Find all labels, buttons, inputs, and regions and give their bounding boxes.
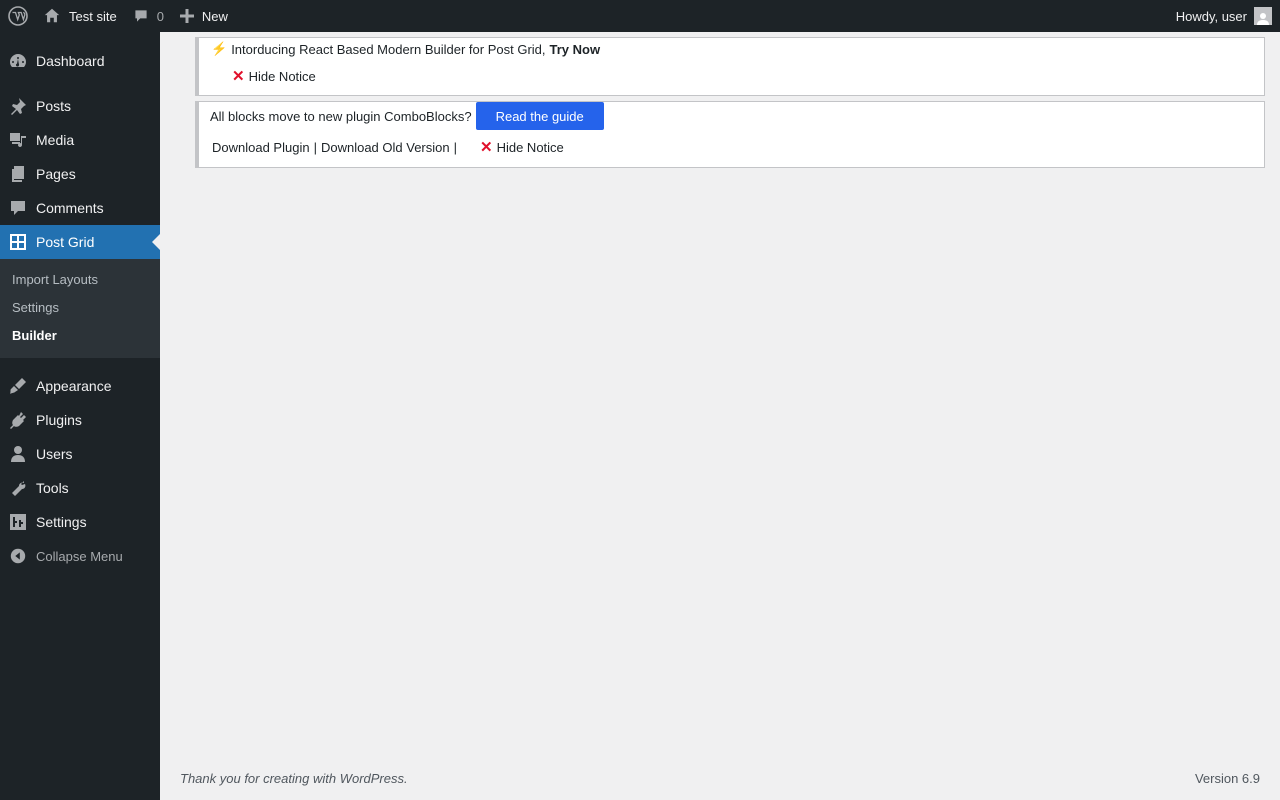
- home-icon: [44, 8, 60, 23]
- submenu-import-layouts[interactable]: Import Layouts: [0, 266, 160, 294]
- pin-icon: [0, 96, 36, 116]
- builder-notice: ⚡ Intorducing React Based Modern Builder…: [195, 37, 1265, 96]
- menu-label: Tools: [36, 480, 69, 496]
- brush-icon: [0, 376, 36, 396]
- comments-count: 0: [156, 8, 164, 24]
- menu-item-plugins[interactable]: Plugins: [0, 403, 160, 437]
- wordpress-logo-icon[interactable]: [0, 0, 35, 32]
- pages-icon: [0, 164, 36, 184]
- my-account-link[interactable]: Howdy, user: [1176, 0, 1272, 32]
- new-content-link[interactable]: New: [172, 0, 236, 32]
- menu-item-comments[interactable]: Comments: [0, 191, 160, 225]
- menu-label: Post Grid: [36, 234, 95, 250]
- menu-label: Posts: [36, 98, 72, 114]
- site-name-link[interactable]: Test site: [35, 0, 125, 32]
- site-name: Test site: [69, 8, 117, 24]
- admin-bar: Test site 0 New Howdy, user: [0, 0, 1280, 32]
- collapse-menu-button[interactable]: Collapse Menu: [0, 539, 160, 573]
- menu-item-tools[interactable]: Tools: [0, 471, 160, 505]
- media-icon: [0, 130, 36, 150]
- collapse-label: Collapse Menu: [36, 548, 123, 564]
- comments-link[interactable]: 0: [125, 0, 172, 32]
- builder-notice-text-line: ⚡ Intorducing React Based Modern Builder…: [211, 41, 600, 57]
- read-guide-button[interactable]: Read the guide: [475, 102, 604, 130]
- menu-label: Media: [36, 132, 75, 148]
- footer-version: Version 6.9: [1194, 771, 1260, 786]
- menu-label: Settings: [36, 514, 87, 530]
- hide-notice-label: Hide Notice: [248, 69, 316, 84]
- bolt-icon: ⚡: [211, 41, 228, 56]
- menu-label: Users: [36, 446, 73, 462]
- menu-item-settings[interactable]: Settings: [0, 505, 160, 539]
- menu-label: Comments: [36, 200, 104, 216]
- wrench-icon: [0, 478, 36, 498]
- comboblocks-notice-text: All blocks move to new plugin ComboBlock…: [210, 108, 472, 124]
- menu-item-post-grid[interactable]: Post Grid: [0, 225, 160, 259]
- comboblocks-notice-text-line: All blocks move to new plugin ComboBlock…: [210, 102, 604, 130]
- footer-thankyou-text: Thank you for creating with WordPress.: [180, 771, 408, 786]
- plus-icon: [179, 9, 194, 23]
- user-icon: [0, 444, 36, 464]
- separator: |: [453, 140, 457, 155]
- submenu-settings[interactable]: Settings: [0, 294, 160, 322]
- dashboard-icon: [0, 51, 36, 71]
- submenu-builder[interactable]: Builder: [0, 322, 160, 350]
- download-old-version-link[interactable]: Download Old Version: [321, 140, 450, 155]
- settings-icon: [0, 512, 36, 532]
- comboblocks-notice: All blocks move to new plugin ComboBlock…: [195, 101, 1265, 168]
- close-icon: ✕: [232, 68, 245, 85]
- close-icon: ✕: [480, 139, 493, 156]
- footer-thankyou: Thank you for creating with WordPress.: [180, 771, 408, 786]
- menu-item-posts[interactable]: Posts: [0, 89, 160, 123]
- hide-notice-label: Hide Notice: [496, 140, 564, 155]
- menu-item-dashboard[interactable]: Dashboard: [0, 44, 160, 78]
- download-plugin-link[interactable]: Download Plugin: [212, 140, 310, 155]
- post-grid-submenu: Import Layouts Settings Builder: [0, 259, 160, 358]
- menu-item-users[interactable]: Users: [0, 437, 160, 471]
- try-now-link[interactable]: Try Now: [550, 42, 601, 57]
- separator: |: [313, 140, 317, 155]
- menu-label: Plugins: [36, 412, 82, 428]
- menu-label: Pages: [36, 166, 76, 182]
- hide-notice-button[interactable]: ✕ Hide Notice: [480, 140, 564, 155]
- download-links: Download Plugin | Download Old Version |…: [212, 140, 564, 155]
- comment-icon: [135, 10, 147, 22]
- grid-icon: [0, 232, 36, 252]
- comment-icon: [0, 198, 36, 218]
- collapse-icon: [0, 547, 36, 565]
- builder-notice-text: Intorducing React Based Modern Builder f…: [231, 41, 546, 57]
- menu-label: Dashboard: [36, 53, 105, 69]
- menu-label: Appearance: [36, 378, 112, 394]
- howdy-text: Howdy, user: [1175, 8, 1247, 24]
- new-label: New: [201, 8, 228, 24]
- menu-item-media[interactable]: Media: [0, 123, 160, 157]
- hide-notice-button[interactable]: ✕ Hide Notice: [232, 69, 316, 84]
- menu-item-appearance[interactable]: Appearance: [0, 369, 160, 403]
- avatar: [1254, 7, 1272, 25]
- admin-menu: Dashboard Posts Media Pages Comments Pos…: [0, 32, 160, 800]
- plug-icon: [0, 410, 36, 430]
- menu-item-pages[interactable]: Pages: [0, 157, 160, 191]
